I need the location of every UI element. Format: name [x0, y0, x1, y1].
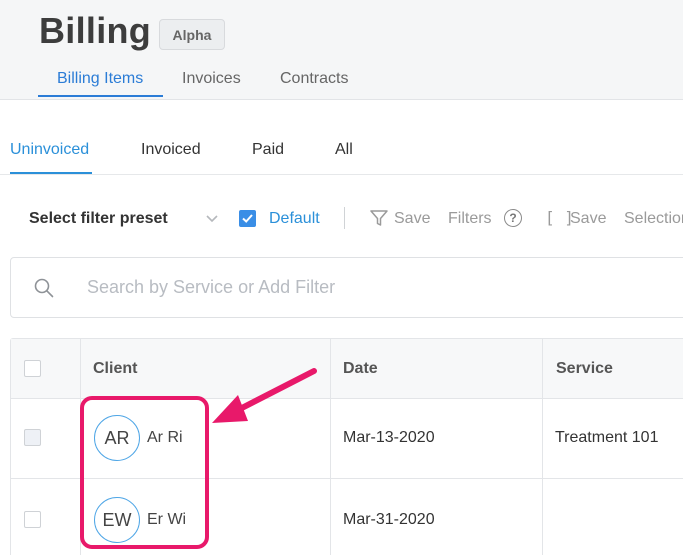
service-cell: Treatment 101 — [555, 429, 659, 446]
date-cell: Mar-13-2020 — [343, 429, 435, 446]
status-badge: Alpha — [159, 19, 225, 50]
active-tab-indicator — [38, 95, 163, 97]
check-icon — [242, 214, 253, 223]
save-filters-button[interactable]: Save — [394, 210, 430, 228]
subtab-bar: Uninvoiced Invoiced Paid All — [0, 100, 683, 175]
help-icon[interactable]: ? — [504, 209, 522, 227]
tab-invoices[interactable]: Invoices — [182, 70, 241, 88]
table-header: Client Date Service — [11, 339, 683, 399]
column-header-date[interactable]: Date — [343, 360, 378, 378]
row-checkbox[interactable] — [24, 511, 41, 528]
column-divider — [330, 339, 331, 555]
subtab-invoiced[interactable]: Invoiced — [141, 141, 201, 159]
save-selection-button[interactable]: Save — [570, 210, 606, 228]
annotation-highlight-box — [80, 396, 209, 549]
tab-billing-items[interactable]: Billing Items — [57, 70, 143, 88]
column-divider — [542, 339, 543, 555]
page-title: Billing — [39, 10, 152, 51]
subtab-paid[interactable]: Paid — [252, 141, 284, 159]
selection-label: Selection — [624, 210, 683, 227]
filter-preset-select[interactable]: Select filter preset — [29, 210, 168, 228]
tab-contracts[interactable]: Contracts — [280, 70, 348, 88]
divider — [344, 207, 345, 229]
filter-icon[interactable] — [369, 208, 389, 228]
annotation-arrow-icon — [212, 368, 317, 423]
column-header-service[interactable]: Service — [556, 360, 613, 378]
default-preset-label[interactable]: Default — [269, 210, 320, 228]
search-icon — [34, 278, 54, 298]
search-placeholder: Search by Service or Add Filter — [87, 277, 336, 297]
date-cell: Mar-31-2020 — [343, 511, 435, 528]
search-input[interactable]: Search by Service or Add Filter — [10, 257, 683, 318]
row-checkbox[interactable] — [24, 429, 41, 446]
select-all-checkbox[interactable] — [24, 360, 41, 377]
filters-label: Filters — [448, 210, 492, 227]
column-header-client[interactable]: Client — [93, 360, 137, 378]
default-checkbox[interactable] — [239, 210, 256, 227]
chevron-down-icon[interactable] — [205, 211, 219, 225]
active-subtab-indicator — [10, 172, 92, 174]
filter-bar: Select filter preset Default Save Filter… — [0, 195, 683, 241]
subtab-all[interactable]: All — [335, 141, 353, 159]
subtab-uninvoiced[interactable]: Uninvoiced — [10, 141, 89, 159]
page-header: Billing Alpha Billing Items Invoices Con… — [0, 0, 683, 100]
